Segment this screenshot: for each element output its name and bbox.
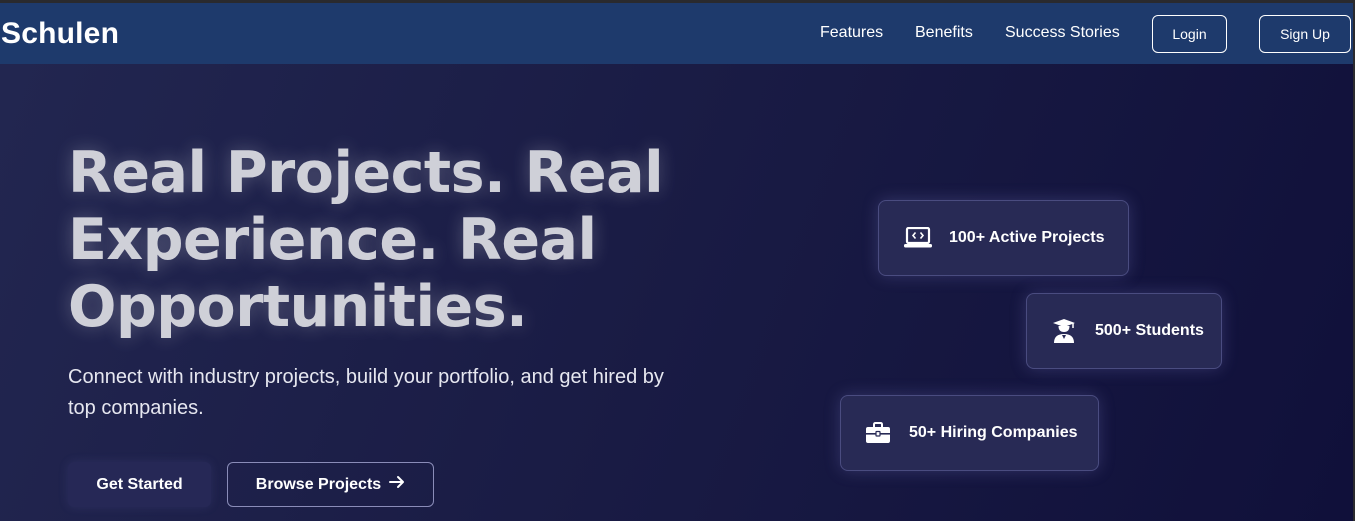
stat-label-students: 500+ Students — [1095, 322, 1204, 339]
graduate-icon — [1049, 319, 1079, 343]
laptop-code-icon — [903, 226, 933, 250]
stat-label-companies: 50+ Hiring Companies — [909, 424, 1078, 441]
signup-button[interactable]: Sign Up — [1259, 15, 1351, 53]
arrow-right-icon — [389, 475, 405, 494]
hero-subtext: Connect with industry projects, build yo… — [68, 366, 664, 419]
login-button[interactable]: Login — [1152, 15, 1227, 53]
stat-card-companies: 50+ Hiring Companies — [840, 395, 1099, 471]
stat-card-projects: 100+ Active Projects — [878, 200, 1129, 276]
get-started-button[interactable]: Get Started — [68, 462, 211, 507]
nav-link-benefits[interactable]: Benefits — [915, 24, 973, 42]
hero-headline: Real Projects. Real Experience. Real Opp… — [68, 140, 664, 340]
stat-card-students: 500+ Students — [1026, 293, 1222, 369]
brand-logo[interactable]: Schulen — [1, 17, 119, 51]
navbar: Schulen Features Benefits Success Storie… — [0, 3, 1353, 64]
browse-projects-label: Browse Projects — [255, 475, 382, 493]
hero-section: Real Projects. Real Experience. Real Opp… — [0, 64, 1353, 521]
stat-label-projects: 100+ Active Projects — [949, 229, 1105, 246]
nav-link-features[interactable]: Features — [820, 24, 883, 42]
browse-projects-button[interactable]: Browse Projects — [227, 462, 434, 507]
briefcase-icon — [863, 421, 893, 445]
nav-link-success-stories[interactable]: Success Stories — [1005, 24, 1120, 42]
